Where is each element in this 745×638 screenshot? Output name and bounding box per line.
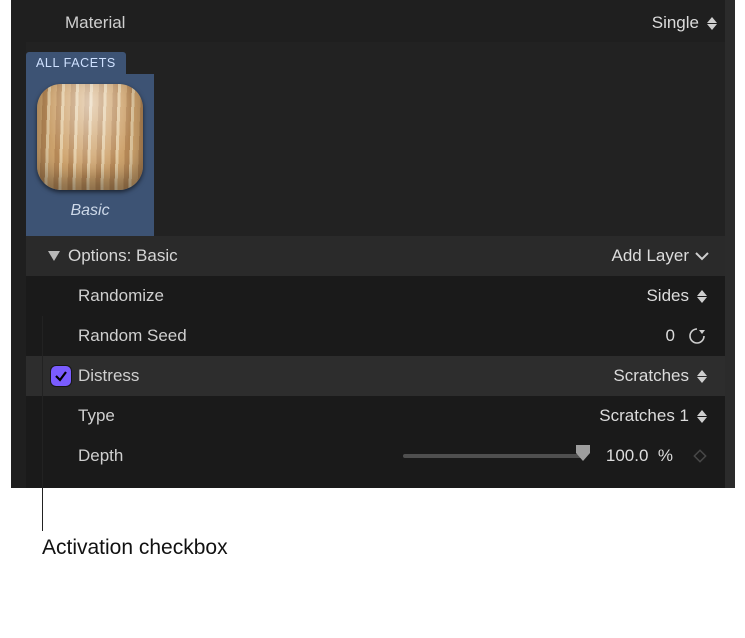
randomize-popup[interactable]: Sides (646, 286, 707, 306)
type-label: Type (78, 406, 599, 426)
add-layer-label: Add Layer (612, 246, 690, 266)
param-row-type: Type Scratches 1 (26, 396, 727, 436)
param-row-distress: Distress Scratches (26, 356, 727, 396)
facets-tab-all[interactable]: ALL FACETS (26, 52, 126, 74)
chevron-down-icon (695, 252, 709, 261)
param-row-randomize: Randomize Sides (26, 276, 727, 316)
callout-leader-line (42, 316, 43, 531)
randomize-label: Randomize (78, 286, 646, 306)
callout-area: Activation checkbox (0, 488, 745, 588)
updown-icon (697, 370, 707, 383)
material-swatch[interactable] (37, 84, 143, 190)
inspector-panel: Material Single ALL FACETS Basic Options… (11, 0, 735, 488)
random-seed-control[interactable]: 0 (651, 326, 707, 346)
distress-label: Distress (78, 366, 613, 386)
depth-value: 100.0 (606, 446, 649, 465)
material-value: Single (652, 13, 699, 33)
parameter-list: Randomize Sides Random Seed 0 (26, 276, 727, 476)
distress-popup[interactable]: Scratches (613, 366, 707, 386)
type-popup[interactable]: Scratches 1 (599, 406, 707, 426)
add-layer-button[interactable]: Add Layer (612, 246, 710, 266)
callout-label: Activation checkbox (42, 536, 228, 560)
material-label: Material (65, 13, 652, 33)
material-popup[interactable]: Single (652, 13, 717, 33)
param-row-depth: Depth 100.0 % (26, 436, 727, 476)
depth-unit: % (658, 446, 673, 465)
distress-activation-checkbox[interactable] (51, 366, 71, 386)
updown-icon (707, 17, 717, 30)
updown-icon (697, 410, 707, 423)
randomize-value: Sides (646, 286, 689, 306)
type-value: Scratches 1 (599, 406, 689, 426)
material-row: Material Single (11, 4, 735, 42)
options-title: Options: Basic (68, 246, 612, 266)
random-seed-value: 0 (651, 326, 675, 346)
random-seed-label: Random Seed (78, 326, 651, 346)
right-edge-strip (725, 0, 735, 555)
updown-icon (697, 290, 707, 303)
param-row-random-seed: Random Seed 0 (26, 316, 727, 356)
facets-bar: ALL FACETS Basic (26, 42, 727, 236)
keyframe-diamond-icon[interactable] (693, 449, 707, 463)
depth-value-group[interactable]: 100.0 % (603, 446, 707, 466)
facet-swatch-label: Basic (36, 202, 144, 220)
distress-value: Scratches (613, 366, 689, 386)
depth-label: Depth (78, 446, 403, 466)
panel-bottom-cut (26, 476, 727, 488)
facet-tile[interactable]: Basic (26, 74, 154, 236)
regenerate-icon[interactable] (687, 326, 707, 346)
depth-slider[interactable] (403, 446, 583, 466)
options-header: Options: Basic Add Layer (26, 236, 727, 276)
row-indent (44, 366, 78, 386)
disclosure-triangle-icon[interactable] (48, 251, 60, 261)
slider-track (403, 454, 583, 458)
